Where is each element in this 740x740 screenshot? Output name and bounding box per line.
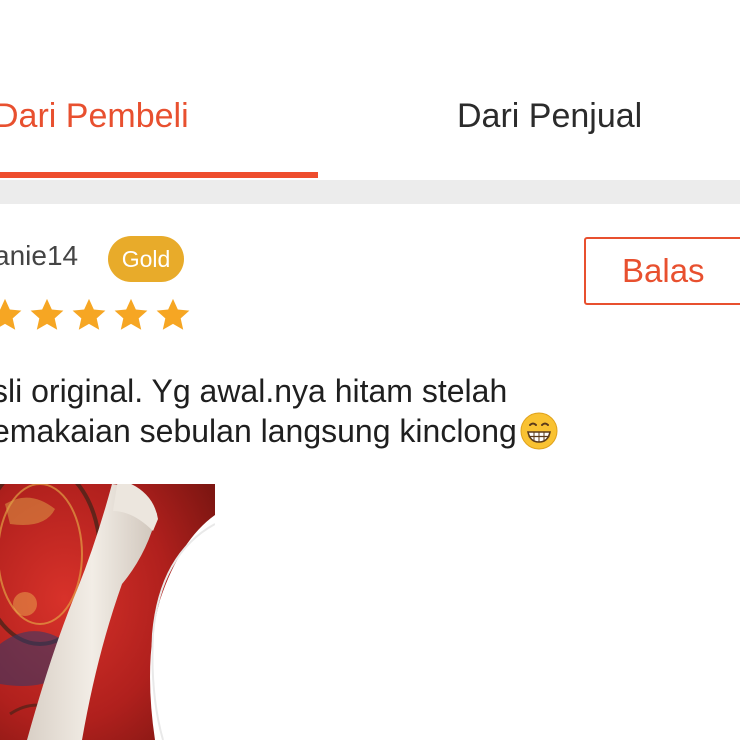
star-icon — [70, 296, 108, 336]
active-tab-indicator — [0, 172, 318, 178]
tab-dari-penjual[interactable]: Dari Penjual — [457, 96, 642, 136]
comment-line: sli original. Yg awal.nya hitam stelah — [0, 373, 508, 409]
review-comment: sli original. Yg awal.nya hitam stelah e… — [0, 371, 652, 451]
star-icon — [0, 296, 24, 336]
grinning-face-emoji-icon — [519, 411, 559, 451]
review-photo-thumbnail[interactable] — [0, 484, 215, 740]
tab-dari-pembeli[interactable]: Dari Pembeli — [0, 96, 189, 136]
review-tabs: Dari Pembeli Dari Penjual — [0, 0, 740, 180]
section-divider — [0, 180, 740, 204]
review-photo-image — [0, 484, 215, 740]
rating-stars — [0, 296, 192, 336]
star-icon — [112, 296, 150, 336]
review-card: anie14 Gold Balas sli original. Yg awal.… — [0, 204, 740, 740]
comment-line-text: emakaian sebulan langsung kinclong — [0, 413, 517, 449]
star-icon — [154, 296, 192, 336]
membership-badge: Gold — [108, 236, 184, 282]
reviewer-username: anie14 — [0, 240, 79, 271]
reply-button[interactable]: Balas — [584, 237, 740, 305]
comment-line: emakaian sebulan langsung kinclong — [0, 411, 652, 451]
star-icon — [28, 296, 66, 336]
